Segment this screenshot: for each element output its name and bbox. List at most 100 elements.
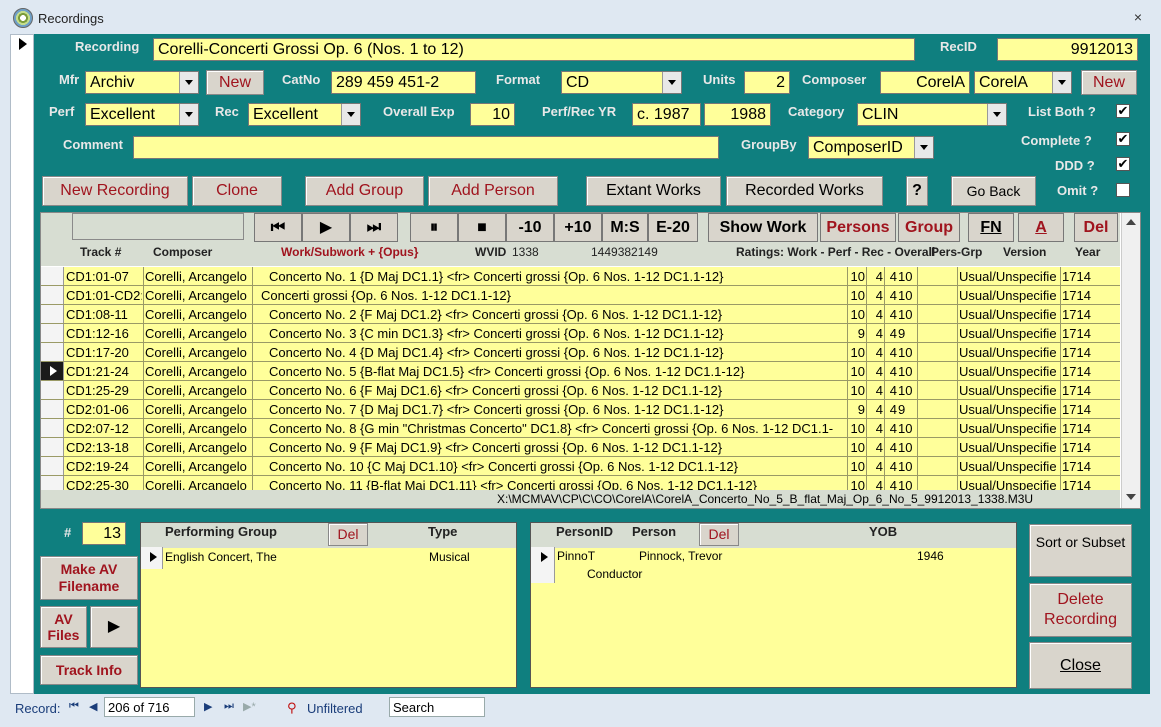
person-del-button[interactable]: Del <box>699 523 739 546</box>
track-number[interactable]: CD1:25-29 <box>66 383 142 398</box>
prev-record-icon[interactable]: ◀ <box>89 700 97 713</box>
rating-rec[interactable]: 4 <box>885 459 897 474</box>
track-number[interactable]: CD2:13-18 <box>66 440 142 455</box>
rating-perf[interactable]: 4 <box>867 269 883 284</box>
rating-perf[interactable]: 4 <box>867 459 883 474</box>
rating-perf[interactable]: 4 <box>867 402 883 417</box>
track-composer[interactable]: Corelli, Arcangelo <box>145 288 250 303</box>
next-record-icon[interactable]: ▶ <box>204 700 212 713</box>
track-work[interactable]: Concerto No. 10 {C Maj DC1.10} <fr> Conc… <box>269 459 845 474</box>
sort-subset-button[interactable]: Sort or Subset <box>1029 524 1132 577</box>
pg-del-button[interactable]: Del <box>328 523 368 546</box>
row-selector[interactable] <box>41 457 64 475</box>
track-version[interactable]: Usual/Unspecifie <box>959 440 1059 455</box>
row-selector[interactable] <box>41 324 64 342</box>
category-combo[interactable]: CLIN <box>857 103 1007 126</box>
comment-field[interactable] <box>133 136 719 159</box>
rating-overall[interactable]: 10 <box>898 421 916 436</box>
forward-10-button[interactable]: +10 <box>554 213 602 242</box>
search-field[interactable]: Search <box>389 697 485 717</box>
clone-button[interactable]: Clone <box>192 176 282 206</box>
person-name[interactable]: Pinnock, Trevor <box>639 549 722 563</box>
table-row[interactable]: CD1:12-16 Corelli, Arcangelo Concerto No. … <box>41 324 1120 343</box>
rating-overall[interactable]: 10 <box>898 288 916 303</box>
track-year[interactable]: 1714 <box>1062 459 1118 474</box>
rec-year-field[interactable]: 1988 <box>704 103 771 126</box>
rating-perf[interactable]: 4 <box>867 383 883 398</box>
rating-perf[interactable]: 4 <box>867 326 883 341</box>
group-button[interactable]: Group <box>898 213 960 242</box>
help-button[interactable]: ? <box>906 176 928 206</box>
rating-overall[interactable]: 10 <box>898 383 916 398</box>
track-number[interactable]: CD2:19-24 <box>66 459 142 474</box>
overall-exp-field[interactable]: 10 <box>470 103 515 126</box>
rating-work[interactable]: 10 <box>848 421 865 436</box>
row-selector[interactable] <box>41 381 64 399</box>
track-work[interactable]: Concerto No. 3 {C min DC1.3} <fr> Concer… <box>269 326 845 341</box>
ddd-checkbox[interactable]: ✔ <box>1116 157 1130 171</box>
track-composer[interactable]: Corelli, Arcangelo <box>145 421 250 436</box>
track-work[interactable]: Concerti grossi {Op. 6 Nos. 1-12 DC1.1-1… <box>261 288 845 303</box>
ms-button[interactable]: M:S <box>602 213 648 242</box>
perf-combo[interactable]: Excellent <box>85 103 199 126</box>
recorded-works-button[interactable]: Recorded Works <box>726 176 883 206</box>
close-icon[interactable]: × <box>1130 9 1146 25</box>
filter-status[interactable]: Unfiltered <box>307 701 363 716</box>
delete-recording-button[interactable]: Delete Recording <box>1029 583 1132 637</box>
rating-work[interactable]: 10 <box>848 307 865 322</box>
track-info-button[interactable]: Track Info <box>40 655 138 685</box>
person-role[interactable]: Conductor <box>587 567 642 581</box>
rating-perf[interactable]: 4 <box>867 288 883 303</box>
back-10-button[interactable]: -10 <box>506 213 554 242</box>
mfr-new-button[interactable]: New <box>206 70 264 95</box>
recording-field[interactable]: Corelli-Concerti Grossi Op. 6 (Nos. 1 to… <box>153 38 915 61</box>
e20-button[interactable]: E-20 <box>648 213 698 242</box>
rating-overall[interactable]: 10 <box>898 307 916 322</box>
play-icon[interactable]: ▶ <box>302 213 350 242</box>
rating-rec[interactable]: 4 <box>885 307 897 322</box>
close-button[interactable]: Close <box>1029 642 1132 689</box>
track-search-field[interactable] <box>72 213 244 240</box>
track-composer[interactable]: Corelli, Arcangelo <box>145 364 250 379</box>
pg-name[interactable]: English Concert, The <box>165 550 277 564</box>
track-number[interactable]: CD1:01-CD2: <box>66 288 142 303</box>
rating-rec[interactable]: 4 <box>885 383 897 398</box>
track-year[interactable]: 1714 <box>1062 421 1118 436</box>
rating-work[interactable]: 10 <box>848 364 865 379</box>
complete-checkbox[interactable]: ✔ <box>1116 132 1130 146</box>
table-row[interactable]: CD1:25-29 Corelli, Arcangelo Concerto No. … <box>41 381 1120 400</box>
row-selector[interactable] <box>41 400 64 418</box>
a-button[interactable]: A <box>1018 213 1064 242</box>
track-version[interactable]: Usual/Unspecifie <box>959 288 1059 303</box>
omit-checkbox[interactable] <box>1116 183 1130 197</box>
track-version[interactable]: Usual/Unspecifie <box>959 402 1059 417</box>
rating-rec[interactable]: 4 <box>885 440 897 455</box>
composer-new-button[interactable]: New <box>1081 70 1137 95</box>
rating-work[interactable]: 9 <box>848 326 865 341</box>
row-selector[interactable] <box>41 343 64 361</box>
rating-rec[interactable]: 4 <box>885 364 897 379</box>
show-work-button[interactable]: Show Work <box>708 213 818 242</box>
track-version[interactable]: Usual/Unspecifie <box>959 269 1059 284</box>
rating-perf[interactable]: 4 <box>867 440 883 455</box>
first-record-icon[interactable]: ⏮ <box>69 700 79 713</box>
table-row[interactable]: CD2:01-06 Corelli, Arcangelo Concerto No. … <box>41 400 1120 419</box>
track-version[interactable]: Usual/Unspecifie <box>959 364 1059 379</box>
track-work[interactable]: Concerto No. 1 {D Maj DC1.1} <fr> Concer… <box>269 269 845 284</box>
chevron-down-icon[interactable] <box>987 104 1006 125</box>
track-version[interactable]: Usual/Unspecifie <box>959 383 1059 398</box>
track-number[interactable]: CD1:08-11 <box>66 307 142 322</box>
track-work[interactable]: Concerto No. 6 {F Maj DC1.6} <fr> Concer… <box>269 383 845 398</box>
track-composer[interactable]: Corelli, Arcangelo <box>145 307 250 322</box>
chevron-down-icon[interactable] <box>662 72 681 93</box>
groupby-combo[interactable]: ComposerID <box>808 136 934 159</box>
rating-rec[interactable]: 4 <box>885 402 897 417</box>
track-composer[interactable]: Corelli, Arcangelo <box>145 383 250 398</box>
rating-overall[interactable]: 10 <box>898 440 916 455</box>
rating-rec[interactable]: 4 <box>885 421 897 436</box>
composer-combo[interactable]: CorelA <box>974 71 1072 94</box>
rating-overall[interactable]: 10 <box>898 364 916 379</box>
new-recording-button[interactable]: New Recording <box>42 176 188 206</box>
track-number[interactable]: CD2:01-06 <box>66 402 142 417</box>
rating-work[interactable]: 10 <box>848 459 865 474</box>
